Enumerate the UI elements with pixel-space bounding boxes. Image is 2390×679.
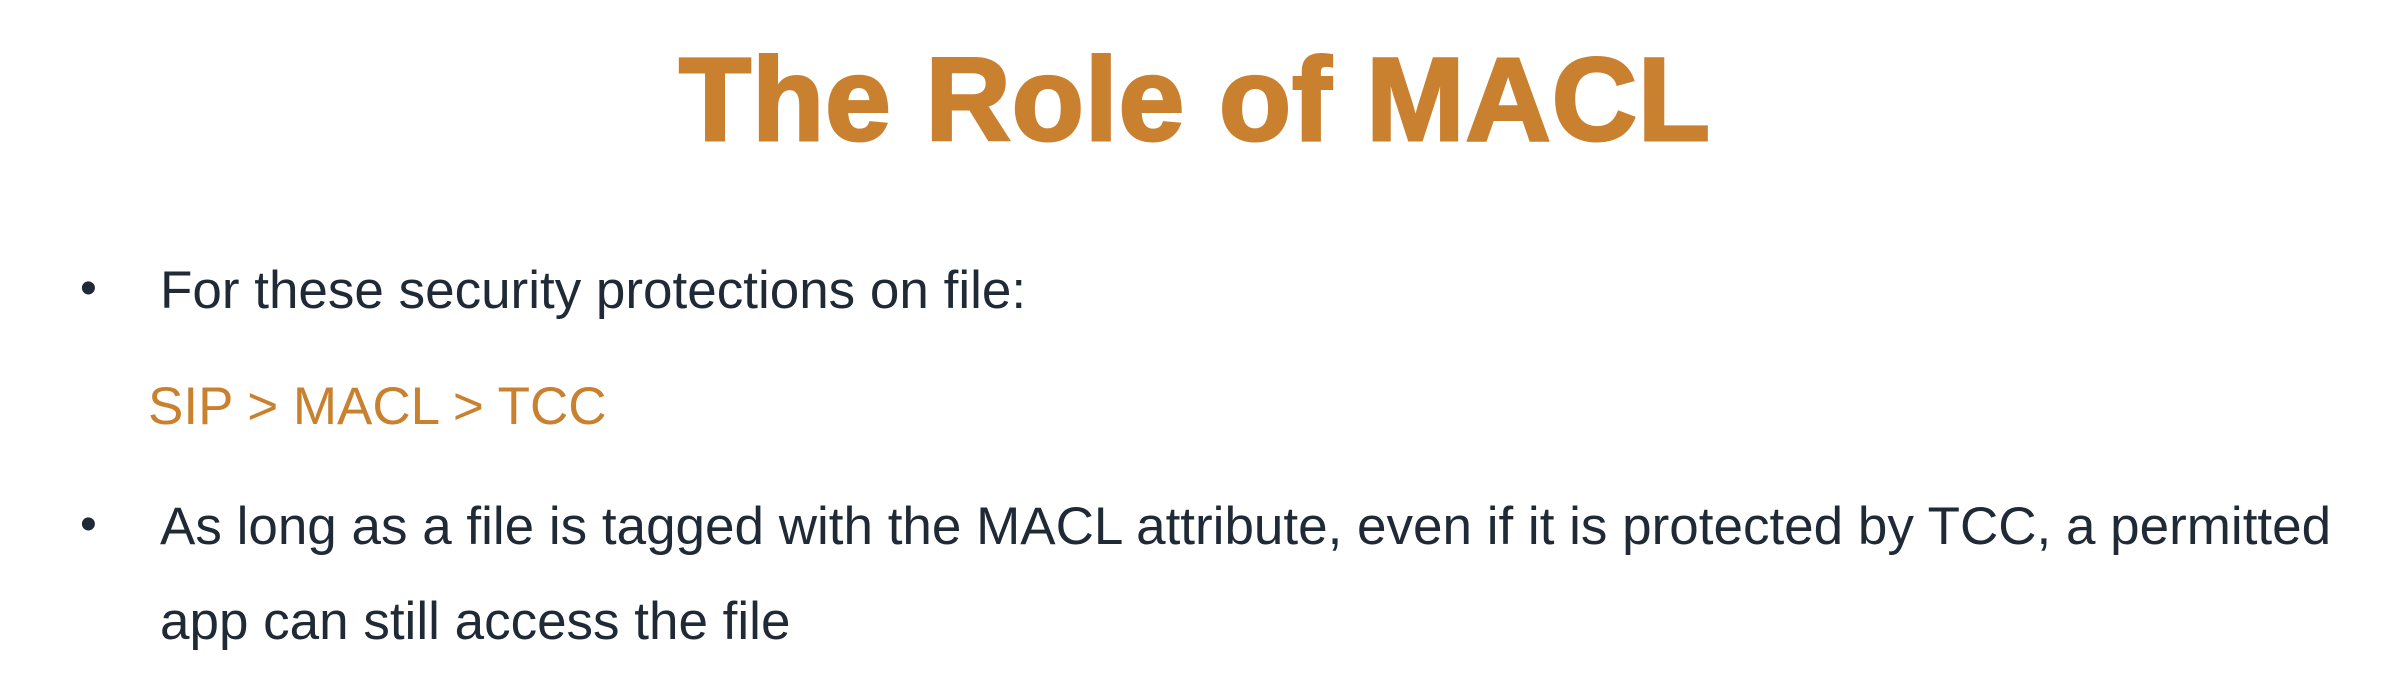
bullet-item-protections: For these security protections on file: (160, 261, 1027, 320)
bullet-dot: • (80, 498, 97, 551)
bullet-list: • For these security protections on file… (0, 0, 2390, 679)
bullet-item-macl-access: As long as a file is tagged with the MAC… (160, 497, 2332, 651)
bullet-dot: • (80, 262, 97, 315)
precedence-line: SIP > MACL > TCC (148, 377, 607, 436)
